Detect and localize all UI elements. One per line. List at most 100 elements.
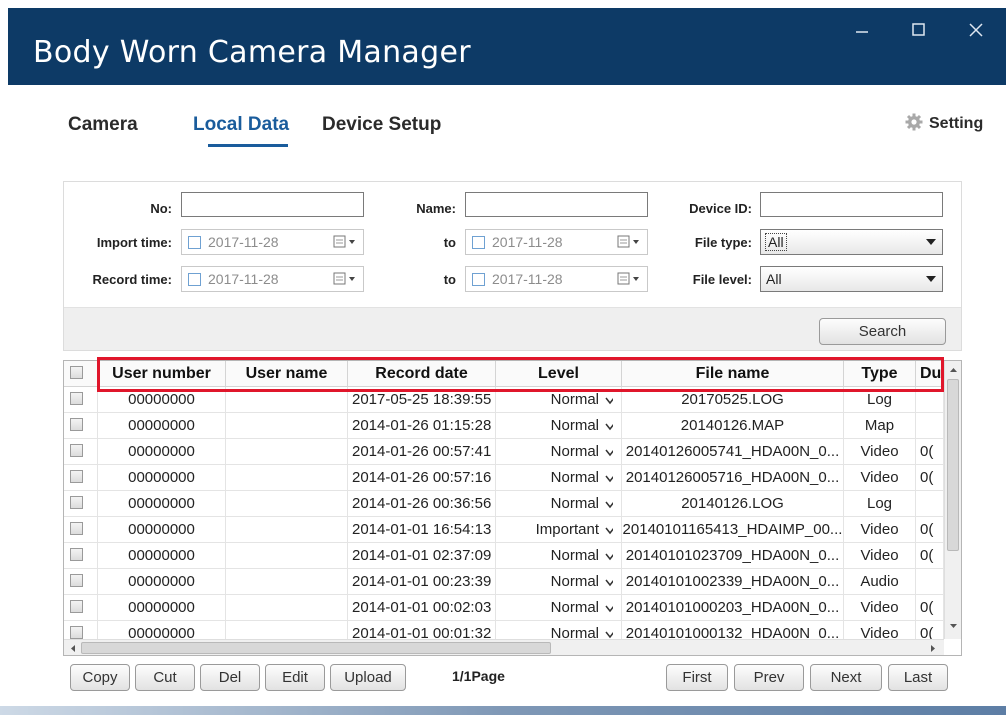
chevron-down-icon[interactable] [605, 397, 613, 405]
row-checkbox[interactable] [70, 600, 83, 613]
chevron-down-icon[interactable] [605, 475, 613, 483]
duration-cell: 0( [916, 543, 944, 569]
type-cell-text: Map [864, 417, 895, 434]
scroll-down-icon[interactable] [945, 619, 962, 633]
tab-device-setup[interactable]: Device Setup [322, 114, 441, 136]
level-cell[interactable]: Normal [496, 595, 622, 621]
no-input[interactable] [181, 192, 364, 217]
table-row[interactable]: 00000000 2014-01-01 02:37:09 Normal 2014010… [64, 543, 944, 569]
scroll-right-icon[interactable] [926, 640, 940, 656]
import-to-checkbox[interactable] [472, 236, 485, 249]
table-row[interactable]: 00000000 2014-01-01 00:02:03 Normal 2014010… [64, 595, 944, 621]
user-number-cell: 00000000 [98, 491, 226, 517]
row-checkbox[interactable] [70, 496, 83, 509]
record-from-checkbox[interactable] [188, 273, 201, 286]
calendar-dropdown-icon[interactable] [333, 272, 357, 286]
user-name-cell [226, 517, 348, 543]
tab-local-data[interactable]: Local Data [193, 114, 289, 136]
copy-button[interactable]: Copy [70, 664, 130, 691]
device-id-input[interactable] [760, 192, 943, 217]
record-date-cell: 2014-01-01 00:02:03 [348, 595, 496, 621]
upload-button[interactable]: Upload [330, 664, 406, 691]
scroll-left-icon[interactable] [66, 640, 80, 656]
level-cell[interactable]: Normal [496, 491, 622, 517]
row-checkbox[interactable] [70, 574, 83, 587]
user-number-cell: 00000000 [98, 413, 226, 439]
level-cell[interactable]: Normal [496, 439, 622, 465]
file-name-cell-text: 20170525.LOG [681, 391, 784, 408]
level-cell[interactable]: Important [496, 517, 622, 543]
type-cell: Video [844, 543, 916, 569]
user-number-cell-text: 00000000 [128, 599, 195, 616]
setting-button[interactable]: Setting [905, 113, 983, 133]
horizontal-scrollbar[interactable] [64, 639, 944, 656]
chevron-down-icon[interactable] [605, 501, 613, 509]
table-row[interactable]: 00000000 2014-01-26 01:15:28 Normal 2014012… [64, 413, 944, 439]
row-checkbox[interactable] [70, 548, 83, 561]
user-number-cell-text: 00000000 [128, 573, 195, 590]
row-checkbox[interactable] [70, 392, 83, 405]
edit-button[interactable]: Edit [265, 664, 325, 691]
name-input[interactable] [465, 192, 648, 217]
row-select-cell [64, 517, 98, 543]
chevron-down-icon[interactable] [605, 423, 613, 431]
vertical-scroll-thumb[interactable] [947, 379, 959, 551]
import-from-checkbox[interactable] [188, 236, 201, 249]
file-level-select[interactable]: All [760, 266, 943, 292]
type-cell-text: Audio [860, 573, 899, 590]
duration-cell: 0( [916, 439, 944, 465]
chevron-down-icon[interactable] [605, 631, 613, 639]
table-row[interactable]: 00000000 2014-01-26 00:57:41 Normal 2014012… [64, 439, 944, 465]
maximize-icon[interactable] [906, 18, 930, 42]
file-type-value: All [765, 233, 787, 251]
minimize-icon[interactable] [850, 18, 874, 42]
record-date-cell-text: 2014-01-26 00:57:16 [352, 469, 492, 486]
calendar-dropdown-icon[interactable] [617, 272, 641, 286]
record-time-from[interactable]: 2017-11-28 [181, 266, 364, 292]
chevron-down-icon[interactable] [605, 605, 613, 613]
chevron-down-icon[interactable] [605, 449, 613, 457]
table-row[interactable]: 00000000 2014-01-01 00:23:39 Normal 2014010… [64, 569, 944, 595]
chevron-down-icon[interactable] [605, 527, 613, 535]
row-checkbox[interactable] [70, 418, 83, 431]
level-cell[interactable]: Normal [496, 413, 622, 439]
last-page-button[interactable]: Last [888, 664, 948, 691]
cut-button[interactable]: Cut [135, 664, 195, 691]
delete-button[interactable]: Del [200, 664, 260, 691]
row-checkbox[interactable] [70, 470, 83, 483]
select-all-checkbox[interactable] [70, 366, 83, 379]
row-checkbox[interactable] [70, 522, 83, 535]
table-row[interactable]: 00000000 2014-01-01 16:54:13 Important 2014… [64, 517, 944, 543]
record-to-checkbox[interactable] [472, 273, 485, 286]
file-name-cell: 20140126005716_HDA00N_0... [622, 465, 844, 491]
horizontal-scroll-thumb[interactable] [81, 642, 551, 654]
chevron-down-icon[interactable] [605, 579, 613, 587]
table-row[interactable]: 00000000 2014-01-26 00:36:56 Normal 2014012… [64, 491, 944, 517]
level-cell[interactable]: Normal [496, 569, 622, 595]
close-icon[interactable] [964, 18, 988, 42]
type-cell-text: Video [860, 599, 899, 616]
vertical-scrollbar[interactable] [944, 361, 961, 639]
level-cell[interactable]: Normal [496, 543, 622, 569]
tab-camera[interactable]: Camera [68, 114, 138, 136]
record-time-to[interactable]: 2017-11-28 [465, 266, 648, 292]
first-page-button[interactable]: First [666, 664, 728, 691]
row-checkbox[interactable] [70, 444, 83, 457]
record-date-cell: 2014-01-26 00:36:56 [348, 491, 496, 517]
file-type-select[interactable]: All [760, 229, 943, 255]
prev-page-button[interactable]: Prev [734, 664, 804, 691]
scroll-up-icon[interactable] [945, 363, 962, 377]
next-page-button[interactable]: Next [810, 664, 882, 691]
import-time-from[interactable]: 2017-11-28 [181, 229, 364, 255]
record-date-cell-text: 2014-01-26 01:15:28 [352, 417, 492, 434]
duration-cell: 0( [916, 595, 944, 621]
row-select-cell [64, 543, 98, 569]
search-button[interactable]: Search [819, 318, 946, 345]
calendar-dropdown-icon[interactable] [333, 235, 357, 249]
import-time-to[interactable]: 2017-11-28 [465, 229, 648, 255]
calendar-dropdown-icon[interactable] [617, 235, 641, 249]
table-row[interactable]: 00000000 2014-01-26 00:57:16 Normal 2014012… [64, 465, 944, 491]
row-checkbox[interactable] [70, 626, 83, 639]
chevron-down-icon[interactable] [605, 553, 613, 561]
level-cell[interactable]: Normal [496, 465, 622, 491]
